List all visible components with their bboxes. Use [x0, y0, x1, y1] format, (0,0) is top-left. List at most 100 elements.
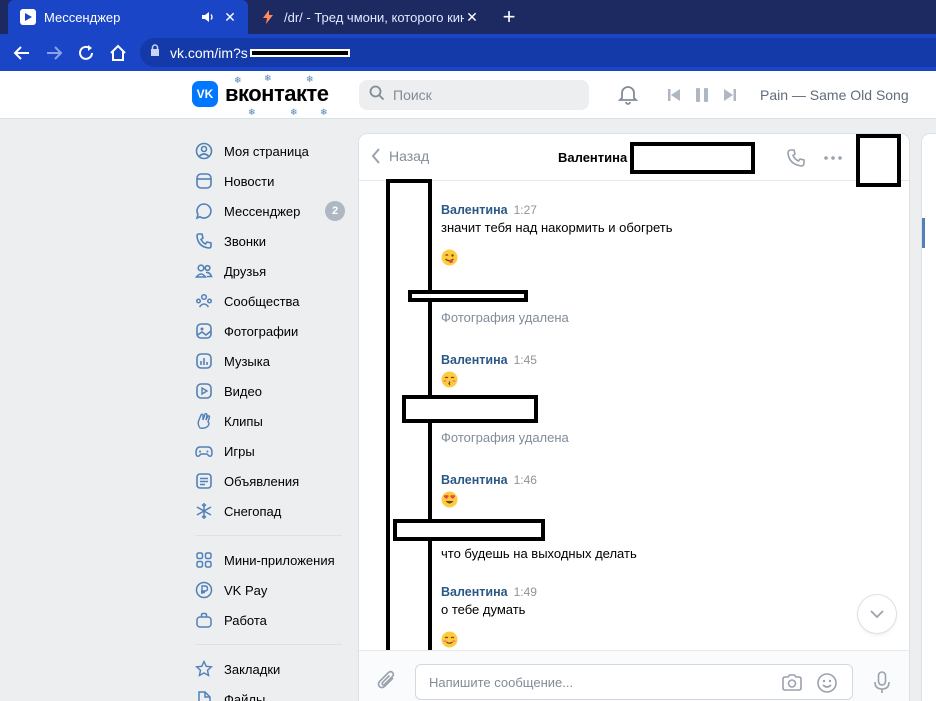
vk-messenger-favicon-icon: [20, 9, 36, 25]
snowflake-icon: ❄: [248, 107, 256, 117]
message-input[interactable]: [429, 674, 759, 690]
camera-icon[interactable]: [781, 672, 803, 694]
menu-item-bookmarks[interactable]: Закладки: [192, 654, 352, 684]
message-time: 1:27: [513, 203, 537, 217]
message-author[interactable]: Валентина: [441, 353, 508, 367]
menu-divider: [196, 644, 342, 645]
menu-item-calls[interactable]: Звонки: [192, 226, 352, 256]
menu-item-news[interactable]: Новости: [192, 166, 352, 196]
peer-name[interactable]: Валентина: [558, 150, 627, 165]
chevron-down-icon: [870, 609, 884, 618]
browser-tab-messenger[interactable]: Мессенджер ✕: [8, 0, 248, 34]
menu-item-label: Мини-приложения: [224, 552, 335, 568]
star-icon: [194, 659, 214, 679]
menu-item-label: Объявления: [224, 473, 300, 489]
message-author[interactable]: Валентина: [441, 473, 508, 487]
address-bar[interactable]: vk.com/im?s: [140, 38, 936, 67]
forward-arrow-icon[interactable]: [43, 42, 65, 64]
kissing-emoji-icon: [441, 371, 537, 391]
gamepad-icon: [194, 441, 214, 461]
message-item: Валентина 1:49 о тебе думать: [441, 584, 537, 651]
menu-item-my-page[interactable]: Моя страница: [192, 136, 352, 166]
menu-item-work[interactable]: Работа: [192, 605, 352, 635]
scroll-to-bottom-button[interactable]: [858, 595, 896, 633]
menu-item-label: VK Pay: [224, 582, 268, 598]
tab-title: Мессенджер: [44, 9, 121, 25]
snowflake-icon: ❄: [290, 107, 298, 117]
close-tab-icon[interactable]: ✕: [222, 9, 238, 25]
message-time: 1:46: [513, 473, 537, 487]
apps-icon: [194, 550, 214, 570]
file-icon: [194, 689, 214, 701]
message-input-box[interactable]: [415, 664, 853, 700]
heart-eyes-emoji-icon: [441, 491, 537, 511]
paperclip-icon[interactable]: [376, 669, 398, 691]
active-indicator: [922, 218, 925, 248]
menu-item-label: Снегопад: [224, 503, 282, 519]
notifications-bell-icon[interactable]: [617, 83, 639, 105]
message-text: что будешь на выходных делать: [441, 546, 637, 561]
more-options-icon[interactable]: [823, 148, 843, 168]
call-phone-icon[interactable]: [786, 148, 806, 168]
menu-item-snowfall[interactable]: Снегопад: [192, 496, 352, 526]
menu-item-music[interactable]: Музыка: [192, 346, 352, 376]
browser-toolbar: vk.com/im?s: [0, 34, 936, 71]
menu-item-messenger[interactable]: Мессенджер 2: [192, 196, 352, 226]
previous-track-icon[interactable]: [665, 86, 683, 104]
menu-item-label: Музыка: [224, 353, 270, 369]
menu-item-vk-pay[interactable]: VK Pay: [192, 575, 352, 605]
winking-tongue-emoji-icon: [441, 249, 673, 269]
menu-divider: [196, 535, 342, 536]
clips-icon: [194, 411, 214, 431]
menu-item-games[interactable]: Игры: [192, 436, 352, 466]
lightning-favicon-icon: [260, 9, 276, 25]
menu-item-label: Фотографии: [224, 323, 299, 339]
close-tab-icon[interactable]: ✕: [464, 9, 480, 25]
next-track-icon[interactable]: [721, 86, 739, 104]
emoji-picker-icon[interactable]: [816, 672, 838, 694]
menu-item-groups[interactable]: Сообщества: [192, 286, 352, 316]
menu-item-label: Закладки: [224, 661, 281, 677]
home-icon[interactable]: [107, 42, 129, 64]
back-button[interactable]: Назад: [371, 148, 429, 164]
redaction-box: [408, 290, 528, 302]
menu-item-video[interactable]: Видео: [192, 376, 352, 406]
vk-logo-icon: VK: [192, 81, 218, 107]
friends-icon: [194, 261, 214, 281]
speaker-icon[interactable]: [200, 9, 216, 25]
music-icon: [194, 351, 214, 371]
message-author[interactable]: Валентина: [441, 585, 508, 599]
browser-tab-dr[interactable]: /dr/ - Тред чмони, которого кинули ✕: [252, 0, 490, 34]
back-arrow-icon[interactable]: [11, 42, 33, 64]
left-navigation-menu: Моя страница Новости Мессенджер 2 Звонки…: [192, 136, 352, 701]
deleted-photo-notice: Фотография удалена: [441, 430, 569, 445]
message-time: 1:49: [513, 585, 537, 599]
menu-item-mini-apps[interactable]: Мини-приложения: [192, 545, 352, 575]
menu-item-ads[interactable]: Объявления: [192, 466, 352, 496]
menu-item-label: Клипы: [224, 413, 263, 429]
menu-item-label: Работа: [224, 612, 267, 628]
search-input[interactable]: Поиск: [359, 80, 589, 110]
back-label: Назад: [389, 148, 430, 164]
reload-icon[interactable]: [75, 42, 97, 64]
briefcase-icon: [194, 610, 214, 630]
pause-icon[interactable]: [693, 86, 711, 104]
new-tab-button[interactable]: +: [498, 6, 520, 29]
message-text: значит тебя над накормить и обогреть: [441, 220, 673, 235]
snowflake-icon: ❄: [320, 107, 328, 117]
menu-item-label: Новости: [224, 173, 275, 189]
microphone-icon[interactable]: [872, 671, 892, 695]
deleted-photo-notice: Фотография удалена: [441, 310, 569, 325]
menu-item-label: Моя страница: [224, 143, 309, 159]
unread-badge: 2: [325, 201, 345, 221]
search-placeholder: Поиск: [393, 87, 432, 103]
menu-item-files[interactable]: Файлы: [192, 684, 352, 701]
menu-item-photos[interactable]: Фотографии: [192, 316, 352, 346]
redaction-box: [402, 395, 538, 423]
message-author[interactable]: Валентина: [441, 203, 508, 217]
menu-item-friends[interactable]: Друзья: [192, 256, 352, 286]
message-item: Валентина 1:46: [441, 472, 537, 511]
menu-item-clips[interactable]: Клипы: [192, 406, 352, 436]
vk-top-header: VK вконтакте ❄ ❄ ❄ ❄ ❄ ❄ Поиск Pain — Sa…: [0, 71, 936, 119]
now-playing-track[interactable]: Pain — Same Old Song: [760, 87, 909, 103]
